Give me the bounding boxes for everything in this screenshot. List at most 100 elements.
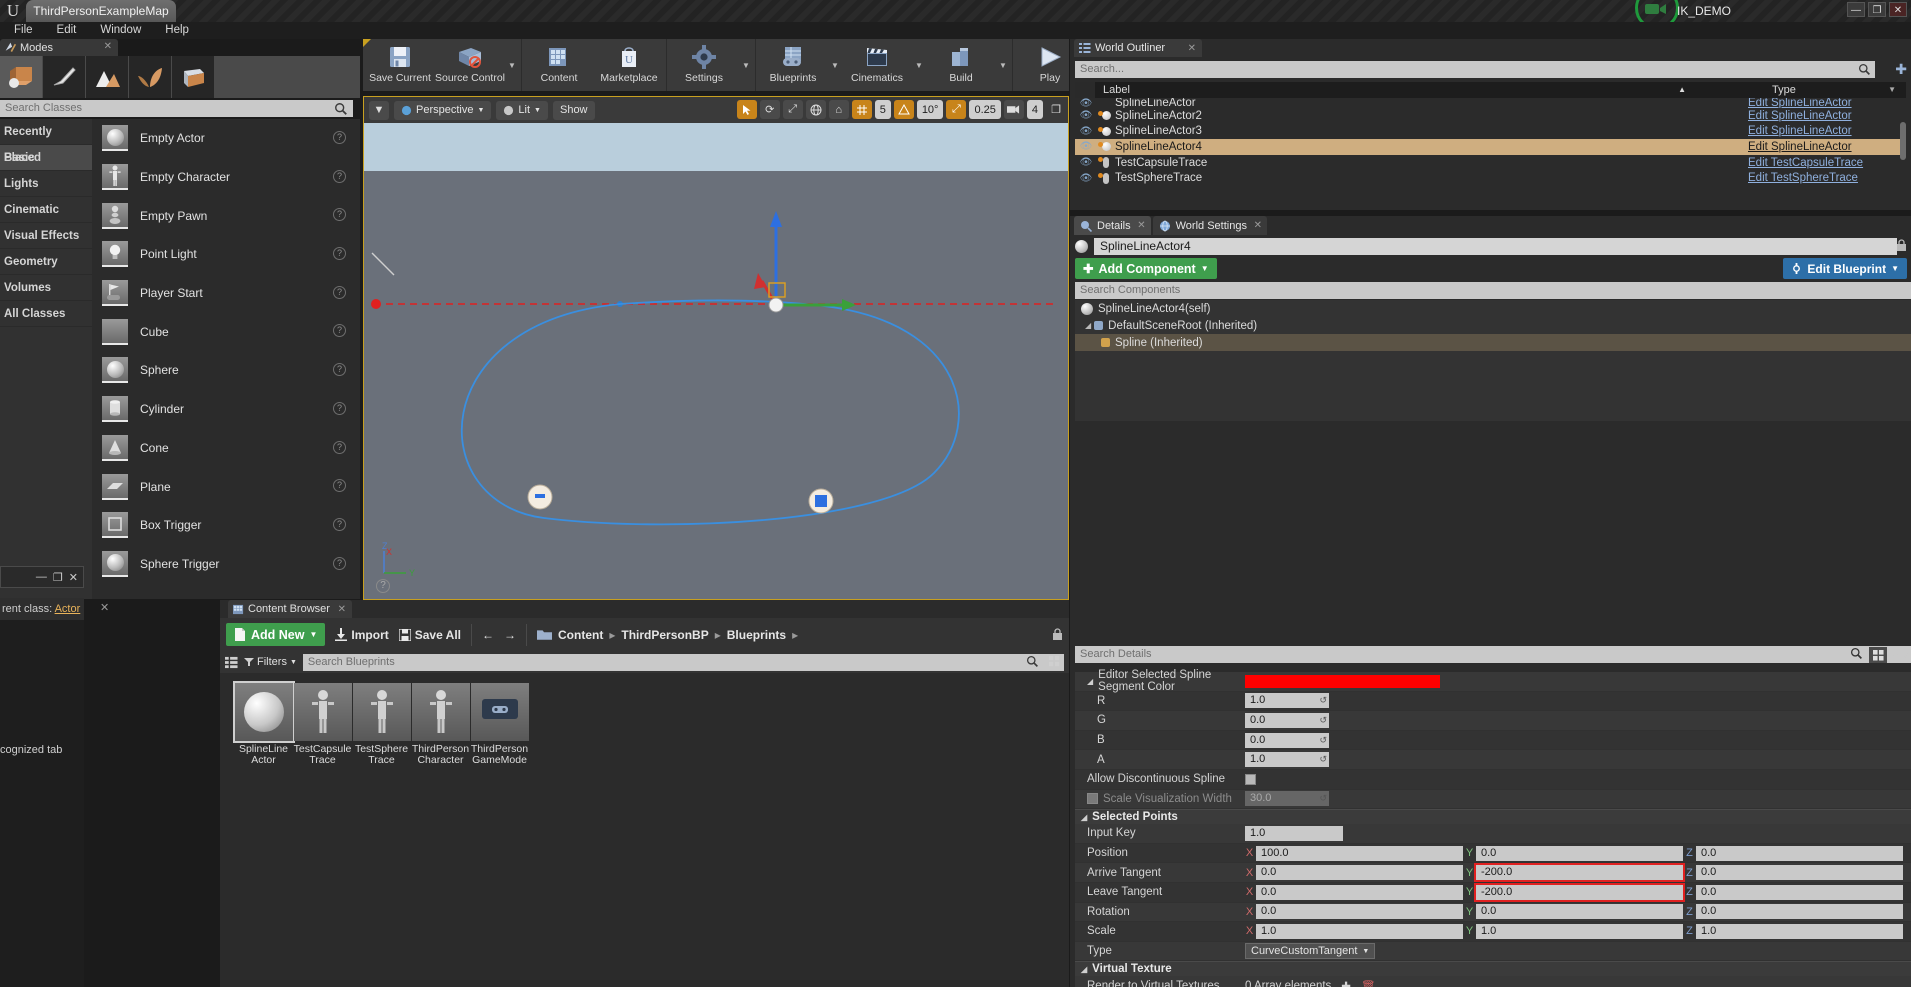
save-all-button[interactable]: Save All (398, 628, 461, 642)
list-item[interactable]: Sphere ? (92, 351, 360, 390)
menu-help[interactable]: Help (153, 22, 201, 39)
sidebar-item-all-classes[interactable]: All Classes (0, 301, 92, 327)
reset-icon[interactable]: ↺ (1319, 693, 1327, 708)
type-column-header[interactable]: Type ▼ (1766, 84, 1906, 96)
asset-tile[interactable]: SplineLine Actor (232, 681, 295, 977)
chevron-down-icon[interactable]: ▼ (996, 39, 1010, 91)
blueprints-button[interactable]: Blueprints (758, 39, 828, 91)
sidebar-item-visual-effects[interactable]: Visual Effects (0, 223, 92, 249)
maximize-button[interactable]: ❐ (53, 571, 63, 584)
reset-icon[interactable]: ↺ (1319, 752, 1327, 767)
property-row-position[interactable]: Position X 100.0 Y 0.0 Z 0.0 (1075, 843, 1911, 864)
allow-discontinuous-checkbox[interactable] (1245, 773, 1256, 785)
position-y-field[interactable]: 0.0 (1476, 845, 1683, 861)
property-row-a[interactable]: A 1.0 ↺ (1075, 750, 1911, 770)
marketplace-button[interactable]: U Marketplace (594, 39, 664, 91)
rotate-mode-icon[interactable]: ⟳ (759, 100, 780, 119)
tab-details[interactable]: Details ✕ (1074, 216, 1151, 235)
input-key-field[interactable]: 1.0 (1245, 825, 1343, 841)
angle-snap-icon[interactable] (893, 100, 914, 119)
visibility-icon[interactable]: 👁 (1075, 157, 1097, 168)
close-button[interactable]: ✕ (1889, 2, 1907, 17)
add-new-button[interactable]: Add New ▼ (226, 623, 326, 646)
help-icon[interactable]: ? (333, 131, 346, 144)
help-icon[interactable]: ? (376, 579, 390, 593)
actor-name-field[interactable]: SplineLineActor4 (1094, 237, 1897, 255)
reset-icon[interactable]: ↺ (1319, 713, 1327, 728)
help-icon[interactable]: ? (333, 285, 346, 299)
perspective-dropdown[interactable]: Perspective ▼ (394, 100, 492, 120)
scale-y-field[interactable]: 1.0 (1476, 923, 1683, 939)
save-current-button[interactable]: Save Current (365, 39, 435, 91)
property-row-allow-discontinuous-spline[interactable]: Allow Discontinuous Spline (1075, 769, 1911, 790)
chevron-down-icon[interactable]: ◢ (1087, 677, 1093, 686)
visibility-icon[interactable]: 👁 (1075, 141, 1097, 152)
visibility-icon[interactable]: 👁 (1075, 126, 1097, 137)
search-classes-input[interactable]: Search Classes (0, 100, 353, 117)
close-icon[interactable]: ✕ (338, 604, 346, 615)
group-header-virtual-texture[interactable]: ◢ Virtual Texture (1075, 961, 1911, 977)
back-button[interactable]: ← (482, 628, 494, 642)
property-value[interactable]: X 100.0 Y 0.0 Z 0.0 (1245, 845, 1911, 861)
table-row[interactable]: 👁 TestCapsuleTrace Edit TestCapsuleTrace (1075, 155, 1906, 171)
visibility-icon[interactable]: 👁 (1075, 98, 1097, 108)
details-view-options-icon[interactable]: 👁▾ (1890, 647, 1908, 663)
help-icon[interactable]: ? (333, 169, 346, 183)
add-array-element-icon[interactable]: ✚ (1341, 979, 1351, 987)
chevron-down-icon[interactable]: ▼ (505, 39, 519, 91)
leave-tangent-x-field[interactable]: 0.0 (1256, 884, 1463, 900)
minimize-button[interactable]: — (1847, 2, 1865, 17)
close-icon[interactable]: ✕ (104, 41, 112, 52)
tab-content-browser[interactable]: Content Browser ✕ (228, 600, 352, 618)
row-type-link[interactable]: Edit SplineLineActor (1748, 98, 1906, 108)
camera-speed-value[interactable]: 4 (1026, 100, 1043, 119)
r-field[interactable]: 1.0 ↺ (1245, 693, 1329, 709)
property-value[interactable]: X 0.0 Y -200.0 Z 0.0 (1245, 882, 1911, 902)
help-icon[interactable]: ? (333, 401, 346, 415)
property-value[interactable]: 0 Array elements ✚ 🗑 (1245, 979, 1911, 987)
property-row-scale[interactable]: Scale X 1.0 Y 1.0 Z 1.0 (1075, 922, 1911, 942)
sidebar-item-lights[interactable]: Lights (0, 171, 92, 197)
scale-visualization-checkbox[interactable] (1087, 793, 1098, 805)
menu-window[interactable]: Window (88, 22, 153, 39)
help-icon[interactable]: ? (333, 208, 346, 222)
search-components-input[interactable]: Search Components (1075, 282, 1911, 299)
menu-edit[interactable]: Edit (45, 22, 89, 39)
filters-button[interactable]: Filters ▼ (244, 656, 297, 668)
list-item[interactable]: Plane ? (92, 467, 360, 506)
breadcrumb-content[interactable]: Content (558, 628, 603, 642)
property-value[interactable]: 0.0 ↺ (1245, 712, 1911, 728)
row-type-link[interactable]: Edit SplineLineActor (1748, 141, 1906, 153)
help-icon[interactable]: ? (333, 324, 346, 338)
table-row[interactable]: 👁 SplineLineActor3 Edit SplineLineActor (1075, 124, 1906, 140)
component-row-spline[interactable]: Spline (Inherited) (1075, 334, 1911, 351)
list-item[interactable]: Cone ? (92, 429, 360, 468)
current-class-value[interactable]: Actor (55, 603, 81, 615)
select-mode-icon[interactable] (736, 100, 757, 119)
chevron-down-icon[interactable]: ◢ (1085, 321, 1091, 330)
property-row-g[interactable]: G 0.0 ↺ (1075, 711, 1911, 731)
row-type-link[interactable]: Edit TestCapsuleTrace (1748, 157, 1906, 169)
help-icon[interactable]: ? (333, 556, 346, 570)
table-row[interactable]: 👁 SplineLineActor Edit SplineLineActor (1075, 98, 1906, 108)
breadcrumb-blueprints[interactable]: Blueprints (727, 628, 786, 642)
b-field[interactable]: 0.0 ↺ (1245, 732, 1329, 748)
chevron-down-icon[interactable]: ▼ (912, 39, 926, 91)
breadcrumb-thirdpersonbp[interactable]: ThirdPersonBP (621, 628, 708, 642)
close-icon[interactable]: ✕ (1188, 43, 1196, 54)
tab-world-outliner[interactable]: World Outliner ✕ (1074, 39, 1202, 57)
view-mode-dropdown[interactable]: Lit ▼ (496, 100, 548, 120)
property-value[interactable]: CurveCustomTangent ▼ (1245, 943, 1911, 960)
menu-file[interactable]: File (2, 22, 45, 39)
position-x-field[interactable]: 100.0 (1256, 845, 1463, 861)
build-button[interactable]: Build (926, 39, 996, 91)
close-icon[interactable]: ✕ (1137, 220, 1145, 231)
property-row-render-to-virtual-textures[interactable]: Render to Virtual Textures 0 Array eleme… (1075, 976, 1911, 987)
minimize-button[interactable]: — (36, 571, 47, 583)
property-row-r[interactable]: R 1.0 ↺ (1075, 691, 1911, 712)
arrive-tangent-x-field[interactable]: 0.0 (1256, 865, 1463, 881)
row-type-link[interactable]: Edit TestSphereTrace (1748, 172, 1906, 184)
list-item[interactable]: Player Start ? (92, 274, 360, 313)
maximize-button[interactable]: ❐ (1868, 2, 1886, 17)
close-icon[interactable]: ✕ (100, 601, 109, 614)
